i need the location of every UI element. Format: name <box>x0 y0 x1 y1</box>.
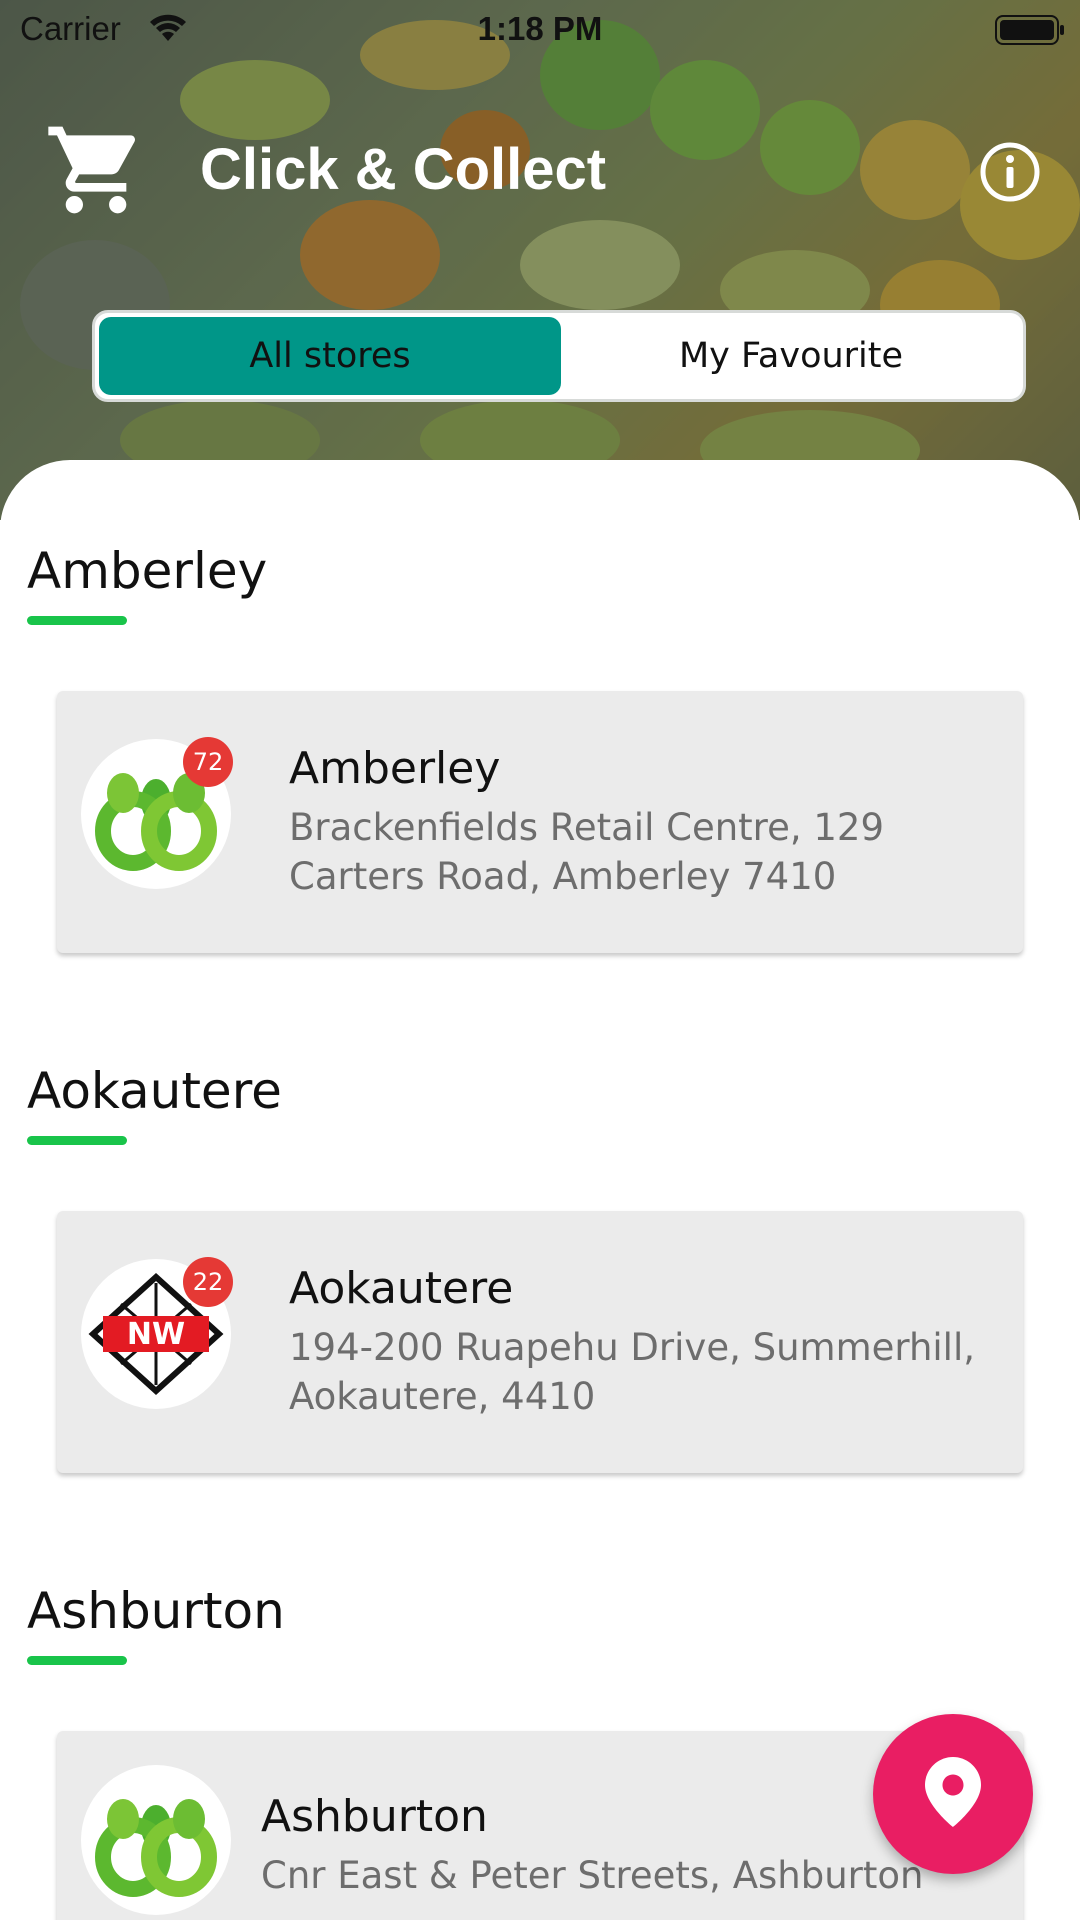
store-address: 194-200 Ruapehu Drive, Summerhill, Aokau… <box>289 1326 975 1418</box>
status-bar: Carrier 1:18 PM <box>0 0 1080 58</box>
header-background-image <box>0 0 1080 520</box>
new-world-logo: NW 22 <box>81 1257 233 1409</box>
store-name: Ashburton <box>261 1791 488 1842</box>
svg-text:NW: NW <box>127 1317 185 1352</box>
store-card-amberley[interactable]: 72 Amberley Brackenfields Retail Centre,… <box>57 691 1023 953</box>
store-badge-count: 72 <box>183 737 233 787</box>
section-title-amberley: Amberley <box>27 542 268 600</box>
store-filter-tabs: All stores My Favourite <box>92 310 1026 402</box>
store-name: Amberley <box>289 743 501 794</box>
section-title-ashburton: Ashburton <box>27 1582 285 1640</box>
countdown-logo <box>81 1765 231 1915</box>
store-address: Cnr East & Peter Streets, Ashburton <box>261 1854 924 1897</box>
tab-my-favourite[interactable]: My Favourite <box>561 317 1021 395</box>
tab-all-stores[interactable]: All stores <box>99 317 561 395</box>
battery-icon <box>995 14 1065 54</box>
store-name: Aokautere <box>289 1263 514 1314</box>
store-card-aokautere[interactable]: NW 22 Aokautere 194-200 Ruapehu Drive, S… <box>57 1211 1023 1473</box>
shopping-cart-icon <box>44 118 148 226</box>
section-title-aokautere: Aokautere <box>27 1062 282 1120</box>
section-underline <box>27 1656 127 1665</box>
location-pin-icon <box>925 1757 981 1831</box>
store-card-ashburton[interactable]: Ashburton Cnr East & Peter Streets, Ashb… <box>57 1731 1023 1920</box>
tab-all-stores-label: All stores <box>249 336 411 376</box>
store-list-sheet <box>0 460 1080 1920</box>
section-underline <box>27 616 127 625</box>
info-icon[interactable] <box>978 140 1042 208</box>
store-address: Brackenfields Retail Centre, 129 Carters… <box>289 806 884 898</box>
countdown-logo: 72 <box>81 737 233 889</box>
section-underline <box>27 1136 127 1145</box>
page-title: Click & Collect <box>200 137 607 202</box>
location-fab-button[interactable] <box>873 1714 1033 1874</box>
store-badge-count: 22 <box>183 1257 233 1307</box>
tab-my-favourite-label: My Favourite <box>678 336 904 376</box>
status-time: 1:18 PM <box>477 10 603 47</box>
